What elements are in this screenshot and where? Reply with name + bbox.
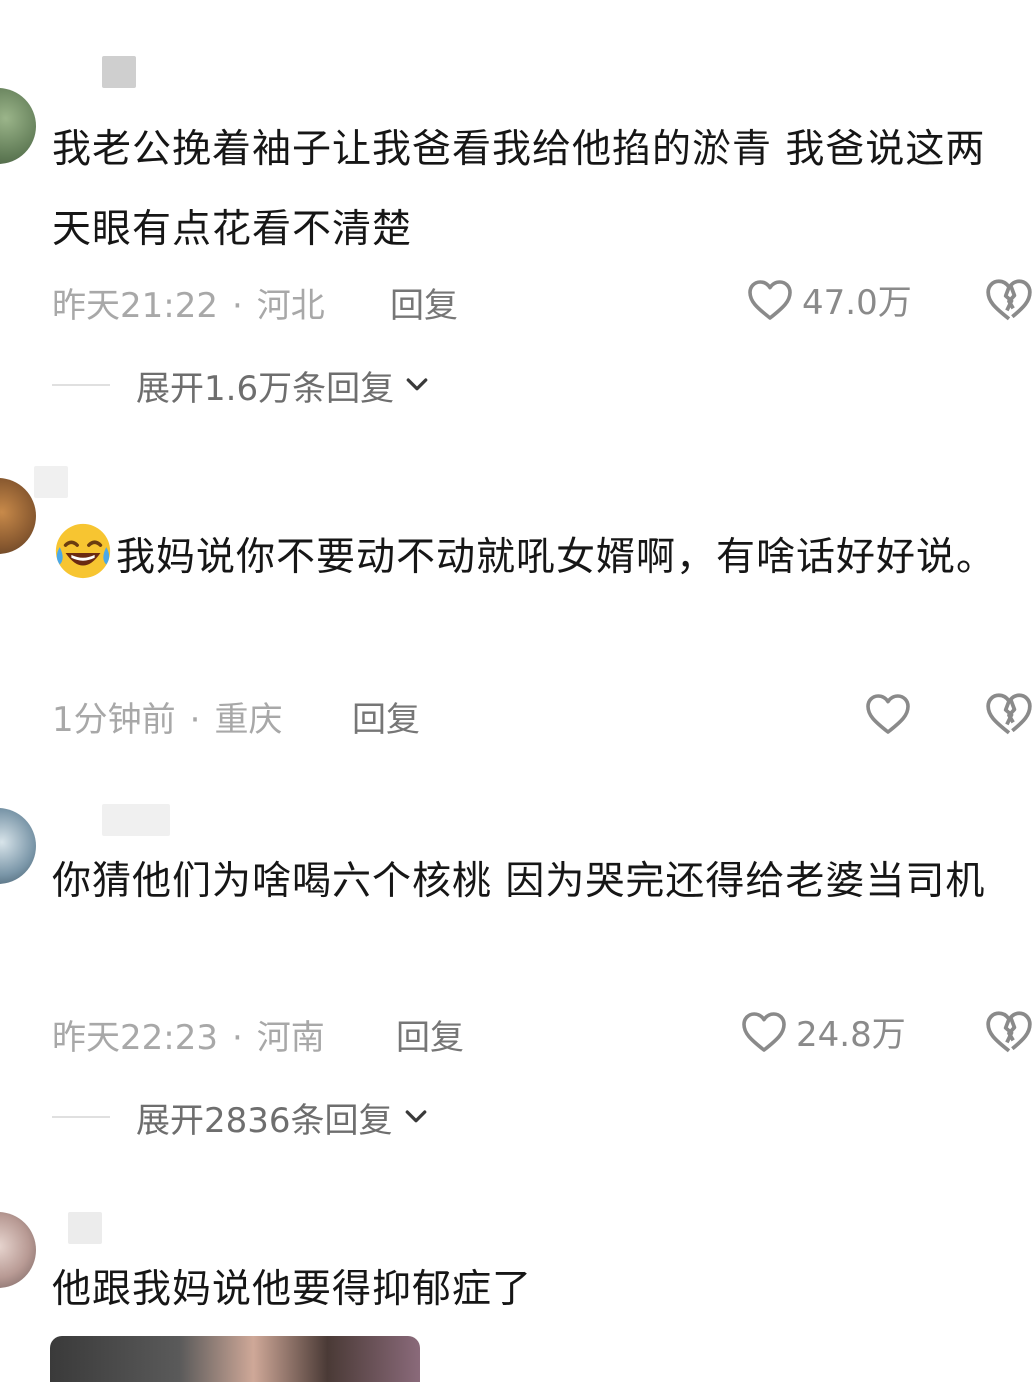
- comment-location: 河北: [256, 286, 325, 326]
- comment-time: 昨天22:23: [52, 1018, 218, 1058]
- username-redacted[interactable]: [68, 1212, 102, 1244]
- broken-heart-icon[interactable]: [984, 274, 1034, 324]
- expand-replies-label: 展开1.6万条回复: [136, 368, 395, 409]
- chevron-down-icon: [406, 378, 428, 391]
- heart-outline-icon: [866, 694, 910, 734]
- like-count: 47.0万: [802, 282, 912, 323]
- expand-replies-label: 展开2836条回复: [136, 1100, 393, 1141]
- meta-separator: ·: [231, 286, 243, 326]
- comment-meta: 昨天21:22 · 河北: [52, 278, 325, 327]
- heart-outline-icon: [742, 1012, 786, 1052]
- reply-button[interactable]: 回复: [396, 1010, 464, 1059]
- comment-time: 1分钟前: [52, 700, 176, 740]
- avatar[interactable]: [0, 478, 36, 554]
- username-redacted[interactable]: [102, 56, 136, 88]
- comment-location: 重庆: [214, 700, 283, 740]
- comment-location: 河南: [256, 1018, 325, 1058]
- comment-text: 你猜他们为啥喝六个核桃 因为哭完还得给老婆当司机: [52, 859, 986, 904]
- comment-text: 他跟我妈说他要得抑郁症了: [52, 1267, 533, 1312]
- username-redacted[interactable]: [102, 804, 170, 836]
- avatar[interactable]: [0, 88, 36, 164]
- like-button[interactable]: [864, 688, 912, 738]
- comment-time: 昨天21:22: [52, 286, 218, 326]
- like-button[interactable]: 24.8万: [740, 1006, 906, 1056]
- comment-meta: 1分钟前 · 重庆: [52, 692, 282, 741]
- laughing-tears-emoji-icon: [55, 523, 111, 579]
- heart-outline-icon: [748, 280, 792, 320]
- expand-replies-button[interactable]: 展开1.6万条回复: [52, 360, 432, 410]
- username-redacted[interactable]: [34, 466, 68, 498]
- comment-body: 我妈说你不要动不动就吼女婿啊，有啥话好好说。: [116, 535, 997, 580]
- comment-text: 我妈说你不要动不动就吼女婿啊，有啥话好好说。: [52, 518, 1017, 598]
- chevron-down-icon: [405, 1110, 426, 1123]
- comment-text: 我老公挽着袖子让我爸看我给他掐的淤青 我爸说这两天眼有点花看不清楚: [52, 127, 986, 252]
- divider-line: [52, 384, 110, 386]
- reply-button[interactable]: 回复: [352, 692, 420, 741]
- like-button[interactable]: 47.0万: [746, 274, 912, 324]
- meta-separator: ·: [189, 700, 201, 740]
- broken-heart-icon[interactable]: [984, 1006, 1034, 1056]
- reply-button[interactable]: 回复: [390, 278, 458, 327]
- avatar[interactable]: [0, 808, 36, 884]
- broken-heart-icon[interactable]: [984, 688, 1034, 738]
- like-count: 24.8万: [796, 1014, 906, 1055]
- meta-separator: ·: [231, 1018, 243, 1058]
- avatar[interactable]: [0, 1212, 36, 1288]
- comment-meta: 昨天22:23 · 河南: [52, 1010, 325, 1059]
- divider-line: [52, 1116, 110, 1118]
- comment-image[interactable]: [50, 1336, 420, 1382]
- expand-replies-button[interactable]: 展开2836条回复: [52, 1092, 431, 1142]
